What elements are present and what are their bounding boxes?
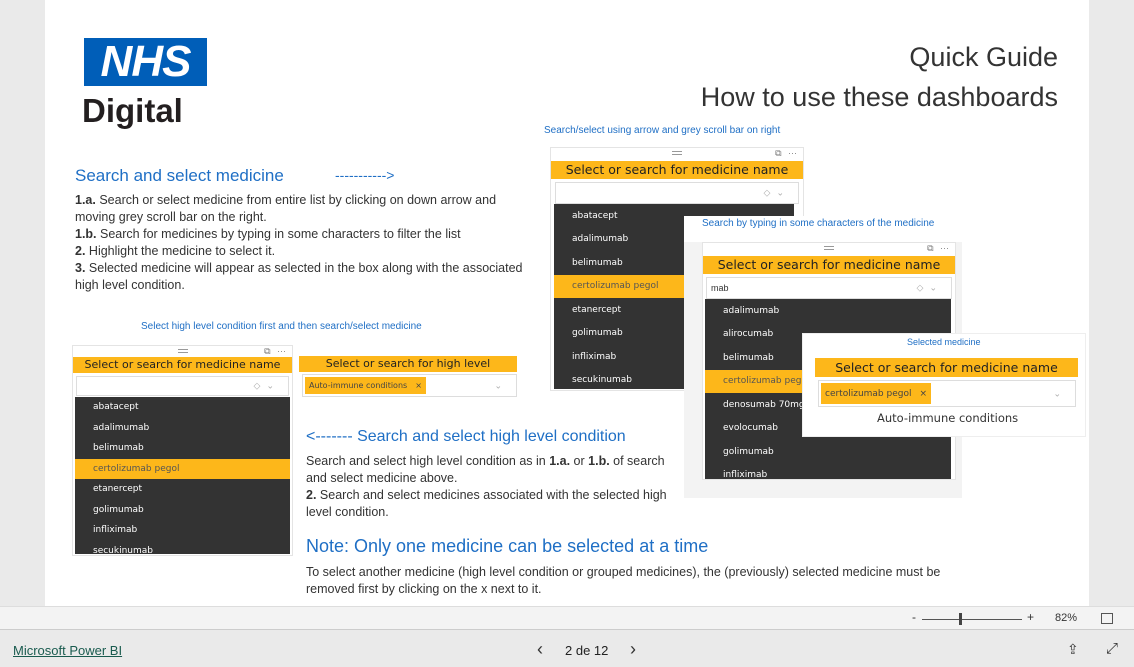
caption-condition-first: Select high level condition first and th… <box>141 321 422 332</box>
footer-bar: Microsoft Power BI ‹ 2 de 12 › ⇪ ⤢ <box>0 631 1134 667</box>
medicine-search-input[interactable]: certolizumab pegol × ⌄ <box>818 380 1076 407</box>
list-item[interactable]: infliximab <box>705 464 951 488</box>
list-item[interactable]: belimumab <box>75 438 290 459</box>
slicer-title: Select or search for medicine name <box>551 161 803 179</box>
selected-medicine-panel: Selected medicine Select or search for m… <box>802 333 1086 437</box>
logo-nhs-text: NHS <box>100 37 192 86</box>
section1-heading: Search and select medicine <box>75 166 284 185</box>
zoom-level: 82% <box>1055 612 1078 624</box>
condition-slicer-title: Select or search for high level conditio… <box>299 356 517 386</box>
step-1b: 1.b. Search for medicines by typing in s… <box>75 227 461 241</box>
close-icon[interactable]: × <box>919 389 927 399</box>
slicer-title: Select or search for medicine name <box>703 256 955 274</box>
logo-digital-text: Digital <box>82 92 183 129</box>
section1-arrow: -----------> <box>335 167 395 183</box>
zoom-slider-thumb[interactable] <box>959 613 962 625</box>
medicine-dropdown-list: abatacept adalimumab belimumab certolizumab… <box>75 397 290 556</box>
medicine-slicer-condition: ⧉ ⋯ Select or search for medicine name ◇… <box>72 345 293 556</box>
chip-label: certolizumab pegol <box>825 388 912 399</box>
medicine-search-input[interactable]: mab ◇⌄ <box>706 277 952 299</box>
fit-to-page-icon[interactable] <box>1101 613 1113 624</box>
focus-more-icon[interactable]: ⧉ ⋯ <box>264 346 288 357</box>
list-item[interactable]: golimumab <box>75 500 290 521</box>
caption-typing: Search by typing in some characters of t… <box>702 218 935 229</box>
prev-page-button[interactable]: ‹ <box>537 639 543 660</box>
eraser-chevron-icon[interactable]: ◇⌄ <box>254 381 280 392</box>
section2-heading: <------- Search and select high level co… <box>306 428 626 445</box>
list-item[interactable]: infliximab <box>75 520 290 541</box>
list-item[interactable]: secukinumab <box>75 541 290 562</box>
share-icon[interactable]: ⇪ <box>1067 641 1079 658</box>
fullscreen-icon[interactable]: ⤢ <box>1106 640 1118 657</box>
zoom-bar: - + 82% <box>0 606 1134 630</box>
step-2: 2. Highlight the medicine to select it. <box>75 244 276 258</box>
zoom-in-button[interactable]: + <box>1027 610 1034 624</box>
list-item[interactable]: golimumab <box>705 440 951 464</box>
power-bi-link[interactable]: Microsoft Power BI <box>13 643 122 658</box>
condition-chip: Auto-immune conditions × <box>305 377 426 394</box>
chevron-down-icon[interactable]: ⌄ <box>1053 388 1067 399</box>
step-3: 3. Selected medicine will appear as sele… <box>75 261 523 292</box>
focus-more-icon[interactable]: ⧉ ⋯ <box>775 148 799 159</box>
search-value: mab <box>711 283 729 293</box>
medicine-search-input[interactable]: ◇⌄ <box>555 182 799 204</box>
list-item[interactable]: adalimumab <box>705 299 951 323</box>
drag-handle-icon[interactable] <box>672 151 682 155</box>
page-indicator: 2 de 12 <box>565 643 609 658</box>
nhs-logo: NHS <box>84 37 207 86</box>
list-item[interactable]: etanercept <box>75 479 290 500</box>
note-heading: Note: Only one medicine can be selected … <box>306 536 709 556</box>
chevron-down-icon[interactable]: ⌄ <box>494 380 508 391</box>
selected-chip: certolizumab pegol × <box>821 383 932 404</box>
medicine-search-input[interactable]: ◇⌄ <box>76 376 289 396</box>
eraser-chevron-icon[interactable]: ◇⌄ <box>764 188 790 199</box>
chip-label: Auto-immune conditions <box>309 381 408 390</box>
drag-handle-icon[interactable] <box>177 349 188 353</box>
slicer-title: Select or search for medicine name <box>73 357 292 373</box>
list-item[interactable]: adalimumab <box>75 418 290 439</box>
eraser-chevron-icon[interactable]: ◇⌄ <box>917 283 943 294</box>
list-item[interactable]: abatacept <box>75 397 290 418</box>
section2-p1: Search and select high level condition a… <box>306 454 665 485</box>
page-title: Quick Guide <box>909 42 1058 72</box>
page-subtitle: How to use these dashboards <box>700 82 1058 112</box>
caption-arrow: Search/select using arrow and grey scrol… <box>544 125 781 136</box>
zoom-out-button[interactable]: - <box>912 610 916 624</box>
condition-input[interactable]: Auto-immune conditions × ⌄ <box>302 374 517 397</box>
focus-more-icon[interactable]: ⧉ ⋯ <box>927 243 951 254</box>
close-icon[interactable]: × <box>415 381 422 390</box>
note-text: To select another medicine (high level c… <box>306 565 941 596</box>
selected-condition: Auto-immune conditions <box>877 411 1019 425</box>
drag-handle-icon[interactable] <box>824 246 834 250</box>
caption-selected: Selected medicine <box>907 337 981 347</box>
zoom-slider[interactable] <box>922 619 1022 620</box>
section2-text: Search and select high level condition a… <box>306 453 671 521</box>
step-1a: 1.a. Search or select medicine from enti… <box>75 193 497 224</box>
next-page-button[interactable]: › <box>630 639 636 660</box>
section2-p2: 2. Search and select medicines associate… <box>306 488 667 519</box>
section1-steps: 1.a. Search or select medicine from enti… <box>75 192 525 294</box>
list-item[interactable]: certolizumab pegol <box>75 458 290 479</box>
slicer-title: Select or search for medicine name <box>815 358 1078 377</box>
